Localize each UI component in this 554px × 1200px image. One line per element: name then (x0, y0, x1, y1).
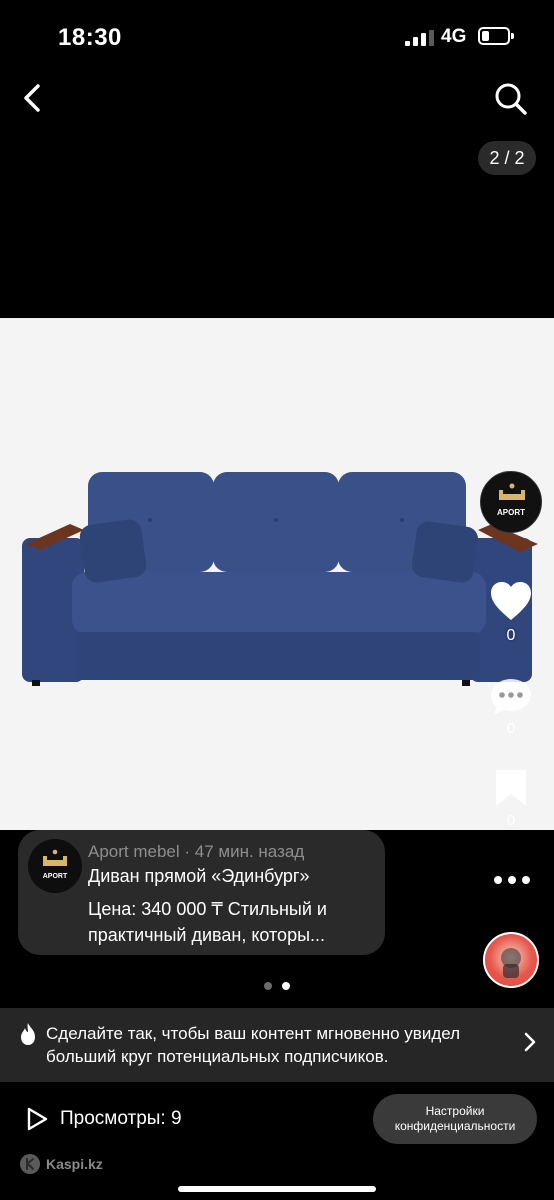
user-avatar[interactable] (483, 932, 539, 988)
sofa-logo-icon (499, 483, 525, 500)
heart-icon (491, 582, 531, 620)
post-meta[interactable]: Aport mebel · 47 мин. назад (88, 842, 304, 862)
user-photo-icon (501, 948, 521, 978)
watermark-text: Kaspi.kz (46, 1156, 103, 1172)
pagination-dot (264, 982, 272, 990)
status-time: 18:30 (58, 24, 122, 51)
promo-text: Сделайте так, чтобы ваш контент мгновенн… (46, 1024, 461, 1066)
promo-banner[interactable]: Сделайте так, чтобы ваш контент мгновенн… (0, 1008, 554, 1082)
back-button[interactable] (14, 78, 54, 118)
privacy-settings-button[interactable]: Настройки конфиденциальности (373, 1094, 537, 1144)
search-icon (495, 83, 527, 115)
pagination-dots (262, 982, 294, 992)
bookmark-button[interactable] (493, 768, 529, 808)
flame-icon (21, 1023, 35, 1045)
post-author-logo-text: APORT (42, 873, 68, 880)
kaspi-logo-icon (20, 1154, 40, 1174)
home-indicator[interactable] (178, 1186, 376, 1192)
more-options-button[interactable] (490, 870, 534, 890)
product-photo[interactable] (0, 318, 554, 830)
more-dot (508, 876, 516, 884)
privacy-label-line1: Настройки (425, 1104, 485, 1118)
privacy-label-line2: конфиденциальности (394, 1119, 516, 1133)
like-button[interactable] (489, 580, 533, 624)
more-dot (494, 876, 502, 884)
seller-logo-text: APORT (497, 508, 525, 517)
search-button[interactable] (490, 78, 530, 118)
views-label: Просмотры: 9 (60, 1108, 182, 1129)
more-dot (522, 876, 530, 884)
bookmark-count: 0 (506, 812, 516, 829)
bookmark-icon (496, 770, 526, 806)
comment-button[interactable] (488, 676, 534, 718)
pagination-dot-active (282, 982, 290, 990)
seller-avatar[interactable]: APORT (480, 471, 542, 533)
like-count: 0 (506, 627, 516, 644)
sofa-image (22, 472, 538, 686)
post-author-avatar[interactable]: APORT (28, 839, 82, 893)
chevron-right-icon (524, 1032, 536, 1052)
battery-low-icon (478, 27, 514, 45)
signal-bars-icon (405, 30, 434, 46)
comment-bubble-icon (491, 679, 531, 715)
post-card[interactable]: APORT Aport mebel · 47 мин. назад Диван … (18, 830, 385, 955)
sofa-logo-icon (43, 849, 67, 866)
post-description[interactable]: Цена: 340 000 ₸ Стильный и практичный ди… (88, 896, 378, 948)
post-title: Диван прямой «Эдинбург» (88, 866, 310, 886)
page-counter: 2 / 2 (478, 141, 536, 175)
network-type: 4G (441, 26, 467, 47)
play-icon (27, 1107, 48, 1131)
comment-count: 0 (506, 720, 516, 737)
chevron-left-icon (24, 84, 40, 112)
status-bar: 18:30 4G (0, 0, 554, 70)
